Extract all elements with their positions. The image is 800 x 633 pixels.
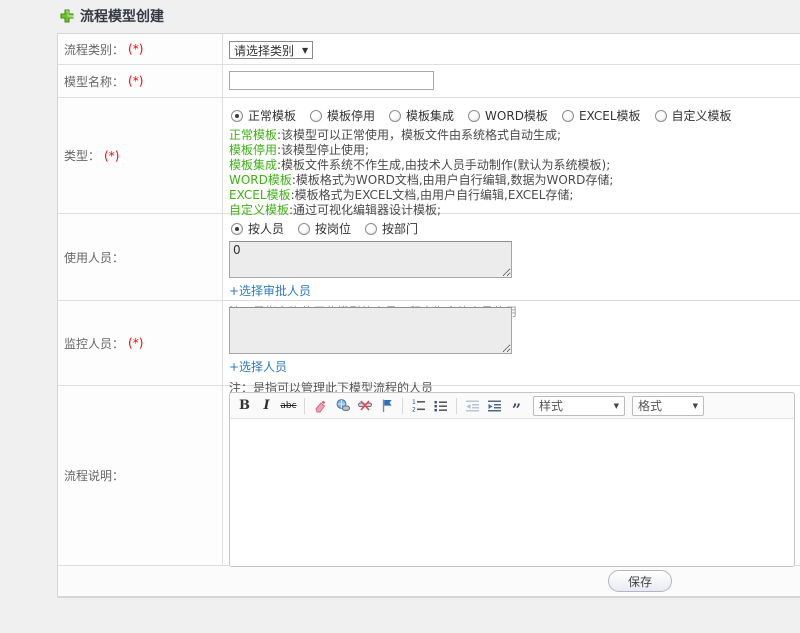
- type-option-excel[interactable]: EXCEL模板: [561, 107, 641, 124]
- monitors-label-cell: 监控人员： (*): [58, 301, 223, 385]
- italic-icon[interactable]: I: [257, 396, 276, 415]
- radio-icon[interactable]: [654, 109, 667, 122]
- link-icon[interactable]: [333, 396, 352, 415]
- model-name-input[interactable]: [229, 71, 434, 90]
- bulleted-list-icon[interactable]: [431, 396, 450, 415]
- required-marker: (*): [128, 42, 144, 56]
- select-approvers-link[interactable]: +选择审批人员: [229, 282, 311, 299]
- radio-icon[interactable]: [310, 109, 323, 122]
- type-option-disabled[interactable]: 模板停用: [310, 107, 375, 124]
- select-caret-icon: ▼: [302, 45, 309, 55]
- dropdown-caret-icon: ▼: [692, 401, 698, 410]
- radio-icon[interactable]: [389, 109, 402, 122]
- users-mode-by-person[interactable]: 按人员: [231, 220, 284, 237]
- row-users: 使用人员： 按人员 按岗位 按部门 0 +选择审批人员: [58, 214, 800, 319]
- outdent-icon[interactable]: [463, 396, 482, 415]
- flag-icon[interactable]: [377, 396, 396, 415]
- monitors-textarea[interactable]: [229, 307, 512, 354]
- type-description: 模板停用:该模型停止使用;: [229, 143, 370, 157]
- row-model-name: 模型名称： (*): [58, 65, 800, 98]
- save-button[interactable]: 保存: [608, 570, 672, 592]
- radio-checked-icon[interactable]: [231, 109, 243, 122]
- category-select[interactable]: 请选择类别 ▼: [229, 41, 314, 59]
- dropdown-caret-icon: ▼: [613, 401, 619, 410]
- type-content-cell: 正常模板 模板停用 模板集成 WORD模板 EXCEL模板 自定义模板 正常模板…: [223, 98, 800, 217]
- users-label: 使用人员：: [64, 250, 125, 265]
- format-dropdown[interactable]: 格式 ▼: [632, 395, 704, 416]
- page-title: 流程模型创建: [80, 9, 164, 25]
- unlink-icon[interactable]: [355, 396, 374, 415]
- strikethrough-icon[interactable]: abc: [279, 396, 298, 415]
- radio-checked-icon[interactable]: [231, 222, 243, 235]
- type-option-custom[interactable]: 自定义模板: [654, 107, 732, 124]
- category-select-value: 请选择类别: [234, 43, 295, 58]
- toolbar-separator: [304, 397, 305, 414]
- users-mode-by-post[interactable]: 按岗位: [298, 220, 351, 237]
- required-marker: (*): [128, 336, 144, 350]
- type-description: 模板集成:模板文件系统不作生成,由技术人员手动制作(默认为系统模板);: [229, 158, 611, 172]
- type-option-normal[interactable]: 正常模板: [231, 107, 296, 124]
- monitors-content-cell: +选择人员 注：是指可以管理此下模型流程的人员: [223, 301, 800, 395]
- users-content-cell: 按人员 按岗位 按部门 0 +选择审批人员 注：是指允许使用此模型的人员，留空为…: [223, 214, 800, 319]
- blockquote-icon[interactable]: ”: [507, 400, 526, 419]
- category-label: 流程类别：: [64, 42, 125, 57]
- remove-format-icon[interactable]: [311, 396, 330, 415]
- type-radio-group: 正常模板 模板停用 模板集成 WORD模板 EXCEL模板 自定义模板: [231, 107, 800, 124]
- required-marker: (*): [128, 74, 144, 88]
- toolbar-separator: [402, 397, 403, 414]
- description-label-cell: 流程说明：: [58, 386, 223, 565]
- editor-content-area[interactable]: [230, 419, 794, 566]
- create-form: 流程类别： (*) 请选择类别 ▼ 模型名称： (*) 类型： (*) 正常模板…: [57, 33, 800, 598]
- users-label-cell: 使用人员：: [58, 214, 223, 300]
- monitors-label: 监控人员：: [64, 336, 125, 351]
- form-footer: 保存: [58, 566, 800, 597]
- rich-text-editor: B I abc 1 2 ” 样式 ▼ 格式 ▼: [229, 392, 795, 567]
- toolbar-separator: [456, 397, 457, 414]
- radio-icon[interactable]: [468, 109, 481, 122]
- bold-icon[interactable]: B: [235, 396, 254, 415]
- row-category: 流程类别： (*) 请选择类别 ▼: [58, 34, 800, 65]
- model-name-label-cell: 模型名称： (*): [58, 65, 223, 97]
- description-label: 流程说明：: [64, 469, 125, 483]
- radio-icon[interactable]: [561, 109, 574, 122]
- type-label-cell: 类型： (*): [58, 98, 223, 213]
- required-marker: (*): [104, 148, 120, 163]
- type-description: EXCEL模板:模板格式为EXCEL文档,由用户自行编辑,EXCEL存储;: [229, 188, 574, 202]
- category-label-cell: 流程类别： (*): [58, 34, 223, 64]
- svg-text:1: 1: [412, 399, 416, 406]
- row-monitors: 监控人员： (*) +选择人员 注：是指可以管理此下模型流程的人员: [58, 301, 800, 395]
- indent-icon[interactable]: [485, 396, 504, 415]
- select-monitors-link[interactable]: +选择人员: [229, 358, 287, 375]
- row-type: 类型： (*) 正常模板 模板停用 模板集成 WORD模板 EXCEL模板 自定…: [58, 98, 800, 217]
- styles-dropdown[interactable]: 样式 ▼: [533, 395, 625, 416]
- type-option-integrated[interactable]: 模板集成: [389, 107, 454, 124]
- users-textarea[interactable]: 0: [229, 241, 512, 278]
- users-mode-by-department[interactable]: 按部门: [365, 220, 418, 237]
- type-description: WORD模板:模板格式为WORD文档,由用户自行编辑,数据为WORD存储;: [229, 173, 614, 187]
- numbered-list-icon[interactable]: 1 2: [409, 396, 428, 415]
- description-content-cell: B I abc 1 2 ” 样式 ▼ 格式 ▼: [223, 386, 800, 567]
- type-label: 类型：: [64, 149, 101, 163]
- users-mode-radio-group: 按人员 按岗位 按部门: [231, 220, 800, 237]
- svg-text:2: 2: [412, 407, 416, 414]
- editor-toolbar: B I abc 1 2 ” 样式 ▼ 格式 ▼: [230, 393, 794, 419]
- category-content-cell: 请选择类别 ▼: [223, 34, 800, 64]
- model-name-content-cell: [223, 65, 800, 97]
- page-header: 流程模型创建: [0, 0, 800, 33]
- row-description: 流程说明： B I abc 1 2 ” 样式 ▼ 格式 ▼: [58, 386, 800, 567]
- process-model-create-page: 流程模型创建 流程类别： (*) 请选择类别 ▼ 模型名称： (*) 类型： (…: [0, 0, 800, 633]
- type-option-word[interactable]: WORD模板: [468, 107, 548, 124]
- radio-icon[interactable]: [365, 222, 378, 235]
- type-description: 正常模板:该模型可以正常使用，模板文件由系统格式自动生成;: [229, 128, 562, 142]
- model-name-label: 模型名称：: [64, 74, 125, 89]
- radio-icon[interactable]: [298, 222, 311, 235]
- plus-icon: [60, 8, 74, 23]
